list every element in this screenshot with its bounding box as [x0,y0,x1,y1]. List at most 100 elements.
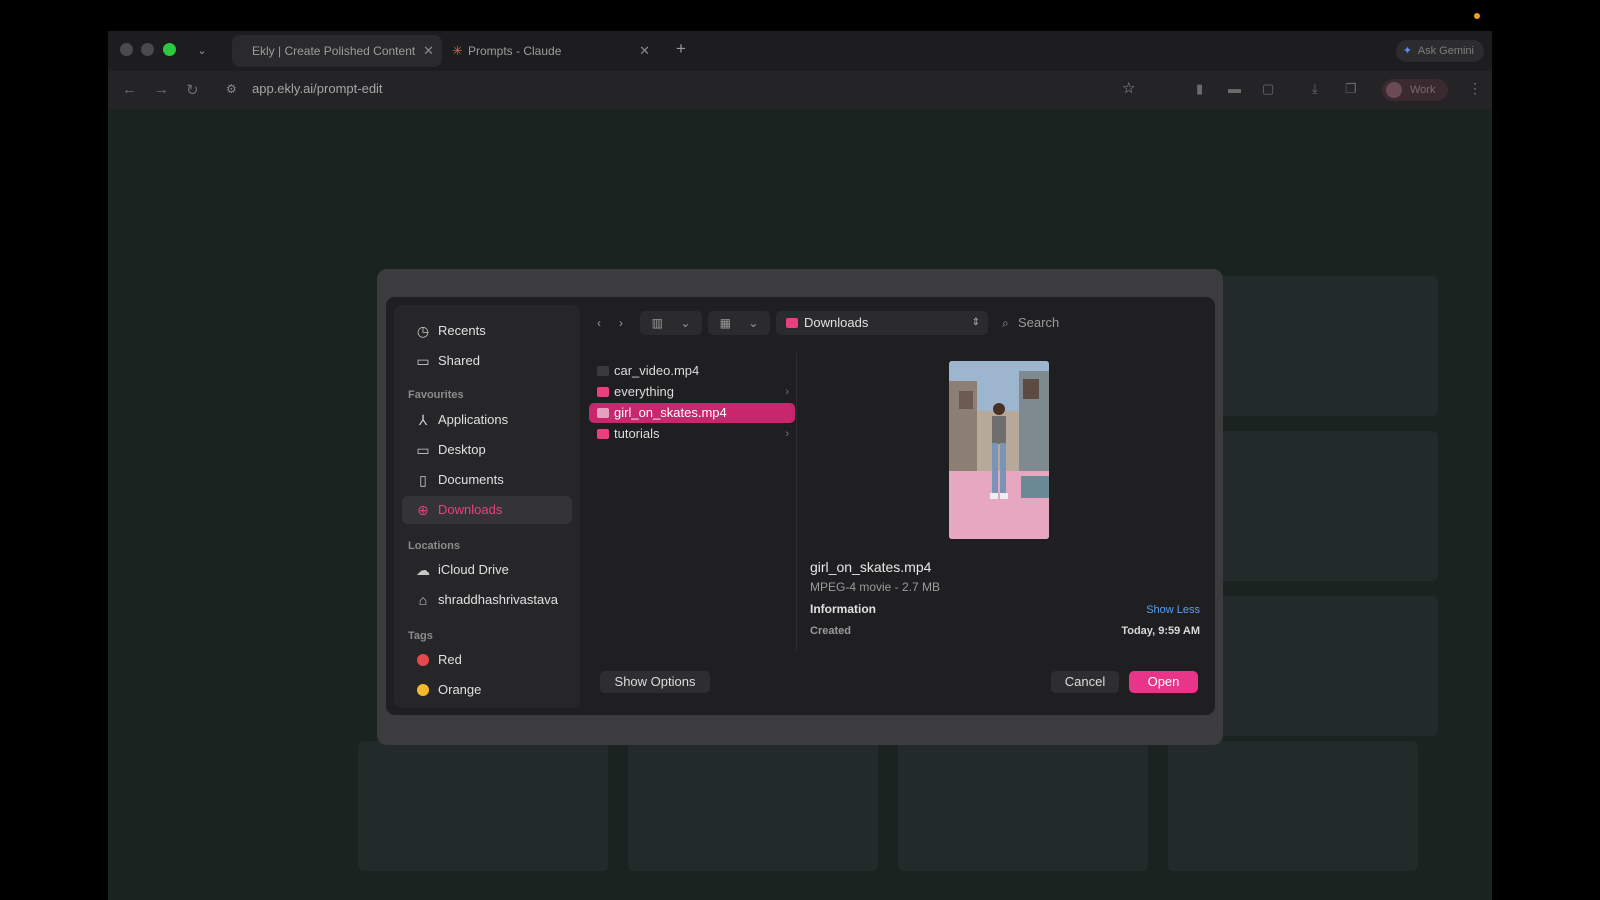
background-card [1208,596,1438,736]
home-icon: ⌂ [418,592,428,608]
forward-arrow-icon[interactable]: → [154,81,169,98]
extensions-puzzle-icon[interactable]: ▢ [1262,81,1274,97]
list-item[interactable]: everything › [589,382,795,402]
tab-close-icon[interactable]: ✕ [423,35,434,67]
sidebar-item-tag-orange[interactable]: Orange [402,676,572,704]
url-field[interactable]: app.ekly.ai/prompt-edit [252,81,383,96]
sidebar-item-tag-red[interactable]: Red [402,646,572,674]
reload-icon[interactable]: ↻ [186,81,199,99]
tab-groups-icon[interactable]: ❐ [1345,81,1357,97]
profile-label: Work [1410,84,1436,96]
close-window-button[interactable] [120,43,133,56]
tab-search-chevron-icon[interactable]: ⌄ [190,39,214,63]
chevron-down-icon: ⌄ [748,316,759,330]
open-button[interactable]: Open [1129,671,1198,693]
sidebar-item-shared[interactable]: ▭ Shared [402,347,572,375]
red-tag-dot-icon [417,654,429,666]
sidebar-item-icloud-drive[interactable]: ☁ iCloud Drive [402,556,572,584]
sidebar-item-applications[interactable]: ⅄ Applications [402,406,572,434]
sidebar-item-label: Red [438,652,462,667]
extension-icon[interactable]: ▬ [1228,81,1241,96]
more-menu-icon[interactable]: ⋮ [1468,80,1482,97]
chevron-right-icon: › [785,428,789,440]
column-view-button[interactable]: ▥ ⌄ [640,311,702,335]
sidebar-item-home[interactable]: ⌂ shraddhashrivastava [402,586,572,614]
site-settings-icon[interactable]: ⚙ [226,82,237,96]
list-item[interactable]: car_video.mp4 [589,361,795,381]
tab-ekly[interactable]: Ekly | Create Polished Content ✕ [232,35,442,67]
forward-chevron-icon[interactable]: › [610,311,632,335]
sidebar-item-label: Orange [438,682,482,697]
search-placeholder: Search [1018,315,1060,330]
grid-icon: ▦ [719,316,731,330]
minimize-window-button[interactable] [141,43,154,56]
favourites-header: Favourites [408,389,464,401]
sidebar-item-label: shraddhashrivastava [438,592,558,607]
desktop-icon: ▭ [416,442,430,458]
show-options-button[interactable]: Show Options [600,671,710,693]
extension-icon[interactable]: ▮ [1196,81,1203,97]
list-item[interactable]: tutorials › [589,424,795,444]
file-name: girl_on_skates.mp4 [614,405,727,420]
back-chevron-icon[interactable]: ‹ [588,311,610,335]
background-card [1168,741,1418,871]
created-label: Created [810,625,851,637]
cloud-icon: ☁ [416,562,430,578]
video-file-icon [597,408,609,418]
search-field[interactable]: ⌕ Search [1000,311,1200,335]
gemini-sparkle-icon: ✦ [1402,45,1412,57]
sidebar-item-label: Documents [438,472,504,487]
download-icon: ⊕ [417,502,429,518]
tags-header: Tags [408,630,433,642]
sidebar-item-label: Downloads [438,502,503,517]
file-preview-pane: girl_on_skates.mp4 MPEG-4 movie - 2.7 MB… [798,353,1208,651]
profile-button[interactable]: Work [1382,79,1448,101]
background-card [898,741,1148,871]
new-tab-icon[interactable]: + [676,39,686,59]
video-thumbnail [949,361,1049,539]
recording-indicator [1474,13,1480,19]
background-card [1208,276,1438,416]
location-popup[interactable]: Downloads ⇕ [776,311,988,335]
preview-file-name: girl_on_skates.mp4 [810,559,932,575]
file-name: car_video.mp4 [614,363,700,378]
show-less-link[interactable]: Show Less [1146,604,1200,616]
preview-file-kind: MPEG-4 movie - 2.7 MB [810,580,941,594]
video-file-icon [597,366,609,376]
back-arrow-icon[interactable]: ← [122,81,137,98]
maximize-window-button[interactable] [163,43,176,56]
columns-icon: ▥ [651,316,663,330]
sidebar-item-downloads[interactable]: ⊕ Downloads [402,496,572,524]
tab-bar: ⌄ Ekly | Create Polished Content ✕ ✳ Pro… [108,31,1492,71]
shared-folder-icon: ▭ [416,353,430,369]
group-view-button[interactable]: ▦ ⌄ [708,311,770,335]
dialog-toolbar: ‹ › ▥ ⌄ ▦ ⌄ Downloads ⇕ ⌕ Search [588,309,1208,339]
sidebar-item-documents[interactable]: ▯ Documents [402,466,572,494]
tab-close-icon[interactable]: ✕ [639,35,650,67]
ask-gemini-button[interactable]: ✦ Ask Gemini [1395,40,1484,62]
sidebar-item-recents[interactable]: ◷ Recents [402,317,572,345]
downloads-icon[interactable]: ⤓ [1312,81,1318,97]
ask-gemini-label: Ask Gemini [1417,45,1474,57]
sidebar-item-label: Recents [438,323,486,338]
file-open-dialog: ◷ Recents ▭ Shared Favourites ⅄ Applicat… [385,296,1216,716]
sidebar-item-label: Applications [438,412,509,427]
bookmark-star-icon[interactable]: ☆ [1122,79,1135,97]
tab-claude[interactable]: ✳ Prompts - Claude ✕ [448,35,658,67]
sidebar-item-desktop[interactable]: ▭ Desktop [402,436,572,464]
applications-icon: ⅄ [418,412,428,428]
background-card [358,741,608,871]
folder-icon [786,318,798,328]
list-item-selected[interactable]: girl_on_skates.mp4 [589,403,795,423]
claude-favicon-icon: ✳ [452,43,463,58]
search-icon: ⌕ [1002,316,1009,330]
cancel-button[interactable]: Cancel [1051,671,1119,693]
background-card [1208,431,1438,581]
avatar [1386,82,1402,98]
created-value: Today, 9:59 AM [1121,625,1200,637]
clock-icon: ◷ [416,323,430,339]
background-card [628,741,878,871]
orange-tag-dot-icon [417,684,429,696]
tab-title: Prompts - Claude [468,44,562,58]
screen: ⌄ Ekly | Create Polished Content ✕ ✳ Pro… [0,0,1600,900]
